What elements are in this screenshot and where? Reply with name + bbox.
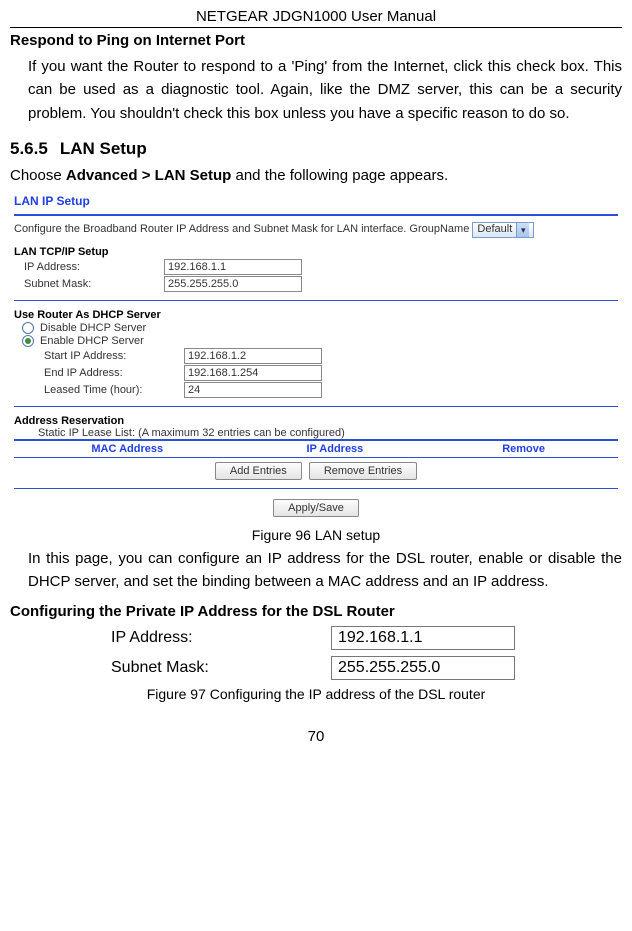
radio-enable-dhcp[interactable]: Enable DHCP Server [22, 335, 618, 347]
start-ip-label: Start IP Address: [14, 350, 184, 362]
panel-title: LAN IP Setup [14, 190, 618, 214]
heading-ping: Respond to Ping on Internet Port [10, 32, 622, 49]
heading-lan-setup: 5.6.5 LAN Setup [10, 139, 622, 159]
radio-disable-label: Disable DHCP Server [40, 322, 146, 334]
dhcp-heading: Use Router As DHCP Server [14, 309, 618, 321]
subnet-mask-input[interactable]: 255.255.255.0 [164, 276, 302, 292]
groupname-select[interactable]: Default ▾ [472, 222, 534, 238]
fig97-mask-input[interactable]: 255.255.255.0 [331, 656, 515, 680]
divider [14, 488, 618, 489]
fig97-mask-row: Subnet Mask: 255.255.255.0 [101, 656, 531, 680]
heading-private-ip: Configuring the Private IP Address for t… [10, 603, 622, 620]
th-mac: MAC Address [14, 441, 241, 457]
entries-button-row: Add Entries Remove Entries [14, 462, 618, 480]
tcpip-heading: LAN TCP/IP Setup [14, 246, 618, 258]
start-ip-row: Start IP Address: 192.168.1.2 [14, 348, 618, 364]
chevron-down-icon: ▾ [516, 223, 529, 237]
fig97-mask-label: Subnet Mask: [101, 659, 331, 677]
body-ping: If you want the Router to respond to a '… [28, 55, 622, 125]
figure-96-screenshot: LAN IP Setup Configure the Broadband Rou… [10, 190, 622, 525]
radio-enable-label: Enable DHCP Server [40, 335, 144, 347]
instruction-line: Choose Advanced > LAN Setup and the foll… [10, 167, 622, 184]
lease-time-input[interactable]: 24 [184, 382, 322, 398]
figure-97-caption: Figure 97 Configuring the IP address of … [10, 686, 622, 702]
subnet-mask-label: Subnet Mask: [14, 278, 164, 290]
fig97-ip-row: IP Address: 192.168.1.1 [101, 626, 531, 650]
heading-number: 5.6.5 [10, 139, 48, 158]
apply-button-row: Apply/Save [14, 499, 618, 517]
end-ip-input[interactable]: 192.168.1.254 [184, 365, 322, 381]
th-remove: Remove [429, 441, 618, 457]
config-description: Configure the Broadband Router IP Addres… [14, 222, 618, 238]
remove-entries-button[interactable]: Remove Entries [309, 462, 417, 480]
divider [14, 406, 618, 407]
subnet-mask-row: Subnet Mask: 255.255.255.0 [14, 276, 618, 292]
page-content: NETGEAR JDGN1000 User Manual Respond to … [0, 0, 632, 765]
radio-disable-dhcp[interactable]: Disable DHCP Server [22, 322, 618, 334]
instruction-post: and the following page appears. [231, 167, 448, 184]
after-fig96-text: In this page, you can configure an IP ad… [28, 547, 622, 594]
ip-address-input[interactable]: 192.168.1.1 [164, 259, 302, 275]
figure-97-screenshot: IP Address: 192.168.1.1 Subnet Mask: 255… [101, 626, 531, 680]
groupname-value: Default [477, 223, 512, 235]
start-ip-input[interactable]: 192.168.1.2 [184, 348, 322, 364]
document-title: NETGEAR JDGN1000 User Manual [10, 8, 622, 28]
lease-time-label: Leased Time (hour): [14, 384, 184, 396]
radio-icon [22, 322, 34, 334]
instruction-path: Advanced > LAN Setup [66, 167, 231, 184]
address-reservation-note: Static IP Lease List: (A maximum 32 entr… [14, 427, 618, 439]
ip-address-label: IP Address: [14, 261, 164, 273]
th-ip: IP Address [241, 441, 430, 457]
apply-save-button[interactable]: Apply/Save [273, 499, 359, 517]
reservation-table-header: MAC Address IP Address Remove [14, 439, 618, 458]
radio-icon-selected [22, 335, 34, 347]
divider [14, 300, 618, 301]
fig97-ip-input[interactable]: 192.168.1.1 [331, 626, 515, 650]
ip-address-row: IP Address: 192.168.1.1 [14, 259, 618, 275]
divider [14, 214, 618, 216]
address-reservation-heading: Address Reservation [14, 415, 618, 427]
end-ip-label: End IP Address: [14, 367, 184, 379]
end-ip-row: End IP Address: 192.168.1.254 [14, 365, 618, 381]
page-number: 70 [10, 728, 622, 745]
fig97-ip-label: IP Address: [101, 629, 331, 647]
config-text: Configure the Broadband Router IP Addres… [14, 223, 472, 235]
lease-time-row: Leased Time (hour): 24 [14, 382, 618, 398]
instruction-pre: Choose [10, 167, 66, 184]
heading-title: LAN Setup [60, 139, 147, 158]
figure-96-caption: Figure 96 LAN setup [10, 527, 622, 543]
add-entries-button[interactable]: Add Entries [215, 462, 302, 480]
